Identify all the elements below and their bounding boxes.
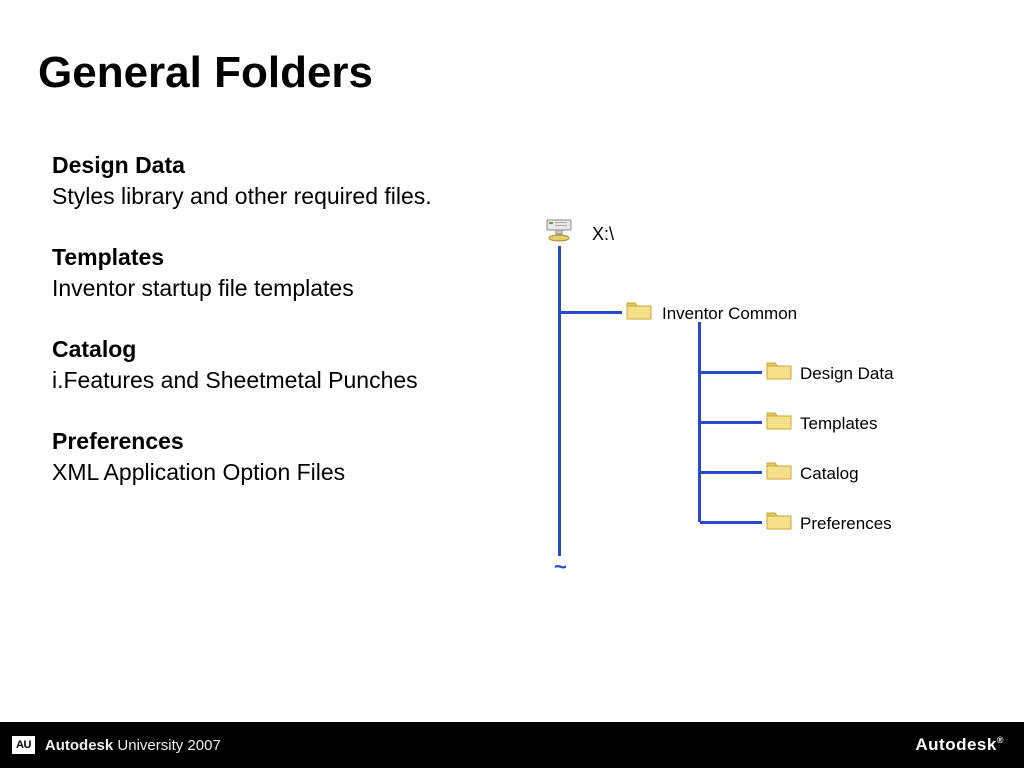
footer-bar: AU Autodesk University 2007 Autodesk® [0,722,1024,768]
tree-line-tail: ~ [554,554,567,580]
folder-icon [766,410,792,430]
section-catalog: Catalog i.Features and Sheetmetal Punche… [52,334,532,396]
au-badge: AU [12,736,35,754]
autodesk-logo-text: Autodesk® [915,735,1004,755]
folder-label-design-data: Design Data [800,364,894,384]
section-desc: Styles library and other required files. [52,181,532,212]
tree-line [558,246,561,556]
section-desc: XML Application Option Files [52,457,532,488]
folder-icon [766,510,792,530]
tree-line [560,311,622,314]
section-desc: Inventor startup file templates [52,273,532,304]
body-text: Design Data Styles library and other req… [52,150,532,518]
tree-line [700,521,762,524]
server-drive-icon [545,218,573,244]
section-preferences: Preferences XML Application Option Files [52,426,532,488]
section-heading: Templates [52,242,532,273]
section-heading: Design Data [52,150,532,181]
footer-left: AU Autodesk University 2007 [12,736,221,754]
folder-icon [766,360,792,380]
tree-line [700,421,762,424]
folder-icon [626,300,652,320]
folder-icon [766,460,792,480]
footer-left-rest: University 2007 [113,737,221,754]
footer-left-bold: Autodesk [45,737,113,754]
folder-label-preferences: Preferences [800,514,892,534]
tree-line [700,371,762,374]
folder-label-inventor-common: Inventor Common [662,304,797,324]
section-design-data: Design Data Styles library and other req… [52,150,532,212]
folder-tree-diagram: X:\ ~ Inventor Common Design Data Templa… [536,218,976,578]
slide: General Folders Design Data Styles libra… [0,0,1024,768]
section-desc: i.Features and Sheetmetal Punches [52,365,532,396]
section-templates: Templates Inventor startup file template… [52,242,532,304]
footer-left-text: Autodesk University 2007 [45,737,221,754]
section-heading: Catalog [52,334,532,365]
drive-label: X:\ [592,224,614,245]
autodesk-label: Autodesk [915,735,996,754]
folder-label-templates: Templates [800,414,877,434]
folder-label-catalog: Catalog [800,464,859,484]
section-heading: Preferences [52,426,532,457]
page-title: General Folders [38,48,373,98]
tree-line [700,471,762,474]
